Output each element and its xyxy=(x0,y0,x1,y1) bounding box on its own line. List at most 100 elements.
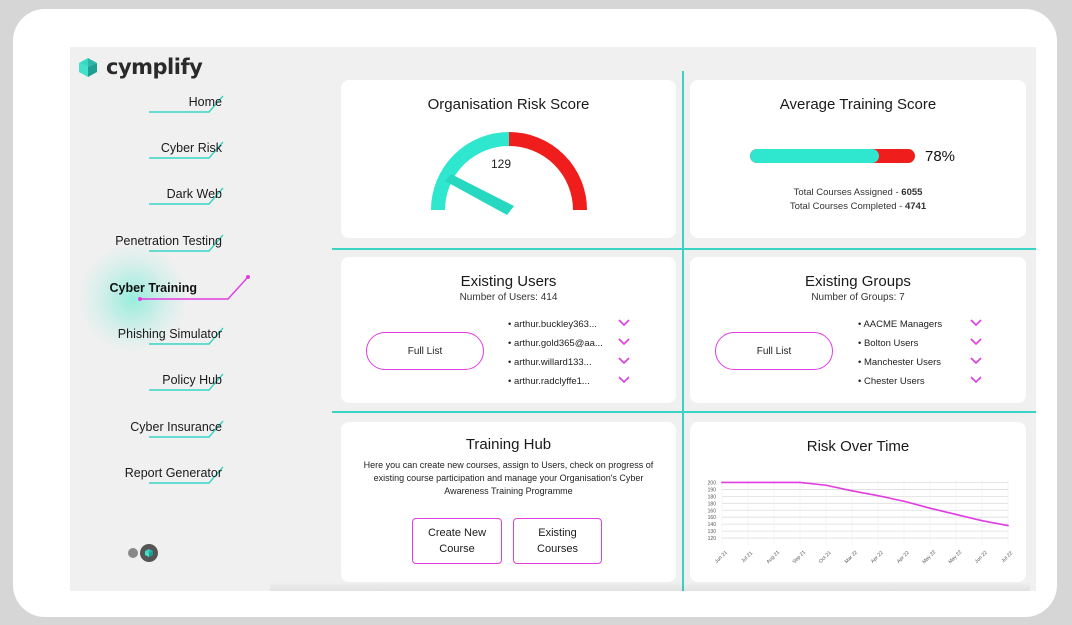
risk-score-card: Organisation Risk Score 129 xyxy=(341,80,676,238)
y-tick-label: 130 xyxy=(708,529,717,535)
courses-assigned-value: 6055 xyxy=(901,187,923,198)
sidebar-item-label: Report Generator xyxy=(124,466,222,480)
training-score-bar xyxy=(750,149,915,163)
chevron-down-icon[interactable] xyxy=(970,318,982,328)
risk-over-time-title: Risk Over Time xyxy=(806,438,910,455)
sidebar-item-label: Phishing Simulator xyxy=(117,327,222,341)
data-point xyxy=(773,481,775,484)
data-point xyxy=(955,513,957,516)
sidebar-item-dark-web[interactable]: Dark Web xyxy=(70,186,270,210)
sidebar-item-cyber-insurance[interactable]: Cyber Insurance xyxy=(70,419,270,443)
chevron-down-icon[interactable] xyxy=(970,337,982,347)
sidebar-item-label: Policy Hub xyxy=(162,373,222,387)
courses-completed: Total Courses Completed - 4741 xyxy=(690,201,1026,212)
x-tick-label: Aug 21 xyxy=(766,549,782,565)
training-hub-description: Here you can create new courses, assign … xyxy=(363,460,654,496)
sidebar-item-policy-hub[interactable]: Policy Hub xyxy=(70,372,270,396)
grid-divider-horizontal xyxy=(332,411,1036,413)
sidebar-item-label: Cyber Risk xyxy=(160,141,222,155)
theme-toggle[interactable] xyxy=(127,543,161,563)
chevron-down-icon[interactable] xyxy=(970,356,982,366)
sidebar-item-penetration-testing[interactable]: Penetration Testing xyxy=(70,233,270,257)
data-point xyxy=(799,481,801,484)
x-tick-label: Apr 22 xyxy=(896,550,911,565)
bottom-shadow xyxy=(270,582,1030,591)
users-count: Number of Users: 414 xyxy=(459,292,558,303)
list-item[interactable]: • arthur.willard133... xyxy=(508,357,630,376)
brand-logo[interactable]: cymplify xyxy=(75,54,203,80)
groups-count: Number of Groups: 7 xyxy=(811,292,905,303)
chevron-down-icon[interactable] xyxy=(618,337,630,347)
x-tick-label: Jul 21 xyxy=(740,550,754,564)
sidebar-item-cyber-risk[interactable]: Cyber Risk xyxy=(70,140,270,164)
risk-over-time-chart: 120130140160160180180190200Jun 21 Jul 21 A… xyxy=(708,479,1014,565)
list-item[interactable]: • Manchester Users xyxy=(858,357,982,376)
y-tick-label: 160 xyxy=(708,508,717,514)
x-tick-label: May 22 xyxy=(947,549,963,565)
nav-underline-dot xyxy=(246,275,250,279)
users-list: • arthur.buckley363... • arthur.gold365@a… xyxy=(508,319,630,395)
x-tick-label: Oct 21 xyxy=(818,550,833,565)
existing-courses-label: Existing Courses xyxy=(537,527,578,555)
cymplify-logo-icon xyxy=(79,58,97,77)
chevron-down-icon[interactable] xyxy=(618,356,630,366)
sidebar-item-label: Cyber Training xyxy=(109,281,197,295)
nav-underline-dot xyxy=(138,297,142,301)
training-score-title: Average Training Score xyxy=(779,96,937,113)
existing-users-title: Existing Users xyxy=(460,273,557,290)
list-item[interactable]: • arthur.radclyffe1... xyxy=(508,376,630,395)
list-item[interactable]: • Bolton Users xyxy=(858,338,982,357)
list-item-label: • arthur.buckley363... xyxy=(508,319,597,330)
training-score-percent: 78% xyxy=(925,148,956,165)
list-item[interactable]: • arthur.gold365@aa... xyxy=(508,338,630,357)
users-full-list-button[interactable]: Full List xyxy=(366,332,484,370)
grid-divider-horizontal xyxy=(332,248,1036,250)
y-tick-label: 180 xyxy=(708,501,717,507)
sidebar-item-report-generator[interactable]: Report Generator xyxy=(70,465,270,489)
chevron-down-icon[interactable] xyxy=(618,318,630,328)
data-point xyxy=(747,481,749,484)
data-point xyxy=(981,519,983,522)
groups-full-list-button[interactable]: Full List xyxy=(715,332,833,370)
sidebar: cymplify Home Cyber Risk Dark Web Penetrati… xyxy=(70,47,325,591)
sidebar-item-phishing-simulator[interactable]: Phishing Simulator xyxy=(70,326,270,350)
sidebar-item-label: Home xyxy=(188,95,222,109)
x-tick-label: Sep 21 xyxy=(792,549,808,565)
list-item[interactable]: • Chester Users xyxy=(858,376,982,395)
data-point xyxy=(721,481,723,484)
list-item-label: • arthur.gold365@aa... xyxy=(508,338,603,349)
courses-assigned-label: Total Courses Assigned - xyxy=(793,187,902,198)
training-score-bar-fill xyxy=(750,149,879,163)
y-tick-label: 160 xyxy=(708,515,717,521)
list-item[interactable]: • arthur.buckley363... xyxy=(508,319,630,338)
data-point xyxy=(877,494,879,497)
list-item-label: • arthur.radclyffe1... xyxy=(508,376,590,387)
existing-users-card: Existing Users Number of Users: 414 Full… xyxy=(341,257,676,403)
y-tick-label: 120 xyxy=(708,536,717,542)
courses-completed-label: Total Courses Completed - xyxy=(789,201,905,212)
y-tick-label: 140 xyxy=(708,522,717,528)
grid-divider-vertical xyxy=(682,71,684,591)
sidebar-item-label: Dark Web xyxy=(166,187,222,201)
series-line xyxy=(722,481,1009,527)
courses-assigned: Total Courses Assigned - 6055 xyxy=(690,187,1026,198)
chevron-down-icon[interactable] xyxy=(970,375,982,385)
list-item-label: • Chester Users xyxy=(858,376,925,387)
groups-list: • AACME Managers • Bolton Users • Manchest… xyxy=(858,319,982,395)
create-new-course-button[interactable]: Create New Course xyxy=(412,518,502,564)
list-item[interactable]: • AACME Managers xyxy=(858,319,982,338)
list-item-label: • AACME Managers xyxy=(858,319,943,330)
risk-score-value: 129 xyxy=(491,157,512,171)
training-score-card: Average Training Score 78% Total Courses… xyxy=(690,80,1026,238)
training-hub-card: Training Hub Here you can create new cou… xyxy=(341,422,676,582)
gauge-needle xyxy=(445,174,514,215)
x-tick-label: May 22 xyxy=(921,549,937,565)
y-tick-label: 200 xyxy=(708,480,717,486)
sidebar-item-home[interactable]: Home xyxy=(70,94,270,118)
sidebar-item-cyber-training[interactable]: Cyber Training xyxy=(70,275,270,303)
data-point xyxy=(1007,524,1009,527)
chevron-down-icon[interactable] xyxy=(618,375,630,385)
risk-score-title: Organisation Risk Score xyxy=(427,96,590,113)
risk-score-gauge xyxy=(431,132,587,215)
existing-courses-button[interactable]: Existing Courses xyxy=(513,518,602,564)
